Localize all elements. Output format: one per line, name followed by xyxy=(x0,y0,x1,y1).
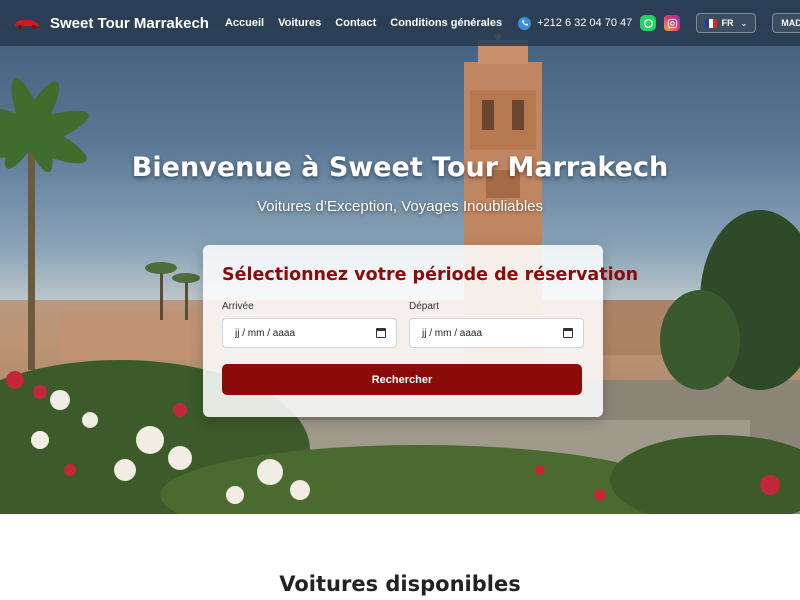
language-selector[interactable]: FR ⌄ xyxy=(696,13,757,33)
departure-date-placeholder: jj / mm / aaaa xyxy=(422,327,483,339)
hero-subtitle: Voitures d’Exception, Voyages Inoubliabl… xyxy=(256,198,544,215)
booking-card: Sélectionnez votre période de réservatio… xyxy=(203,245,639,417)
phone-icon xyxy=(518,16,532,30)
nav-links: Accueil Voitures Contact Conditions géné… xyxy=(225,17,516,29)
departure-date-input[interactable]: jj / mm / aaaa xyxy=(409,318,584,348)
car-logo-icon xyxy=(14,20,40,30)
date-fields: Arrivée jj / mm / aaaa Départ jj / mm / … xyxy=(222,301,584,348)
phone-number[interactable]: +212 6 32 04 70 47 xyxy=(537,17,632,29)
whatsapp-icon[interactable] xyxy=(640,15,657,31)
currency-selector[interactable]: MAD ⌄ xyxy=(772,13,800,33)
chevron-down-icon: ⌄ xyxy=(740,18,748,28)
departure-field: Départ jj / mm / aaaa xyxy=(409,301,584,348)
hero-title: Bienvenue à Sweet Tour Marrakech xyxy=(131,152,669,183)
arrival-field: Arrivée jj / mm / aaaa xyxy=(222,301,397,348)
brand-name: Sweet Tour Marrakech xyxy=(50,14,209,32)
departure-label: Départ xyxy=(409,301,440,312)
navbar: Sweet Tour Marrakech Accueil Voitures Co… xyxy=(0,0,800,46)
arrival-label: Arrivée xyxy=(222,301,254,312)
nav-link-conditions[interactable]: Conditions générales xyxy=(390,17,502,29)
calendar-icon[interactable] xyxy=(376,328,386,338)
nav-link-accueil[interactable]: Accueil xyxy=(225,17,264,29)
nav-link-voitures[interactable]: Voitures xyxy=(278,17,321,29)
arrival-date-placeholder: jj / mm / aaaa xyxy=(235,327,296,339)
brand[interactable]: Sweet Tour Marrakech xyxy=(12,15,209,32)
nav-link-contact[interactable]: Contact xyxy=(335,17,376,29)
currency-value: MAD xyxy=(781,18,800,28)
arrival-date-input[interactable]: jj / mm / aaaa xyxy=(222,318,397,348)
contact-group: +212 6 32 04 70 47 xyxy=(518,15,681,31)
booking-title: Sélectionnez votre période de réservatio… xyxy=(222,265,639,285)
cars-section-title: Voitures disponibles xyxy=(279,572,521,596)
instagram-icon[interactable] xyxy=(664,15,681,31)
language-value: FR xyxy=(721,18,734,28)
search-button[interactable]: Rechercher xyxy=(222,364,582,395)
france-flag-icon xyxy=(705,18,717,28)
calendar-icon[interactable] xyxy=(563,328,573,338)
